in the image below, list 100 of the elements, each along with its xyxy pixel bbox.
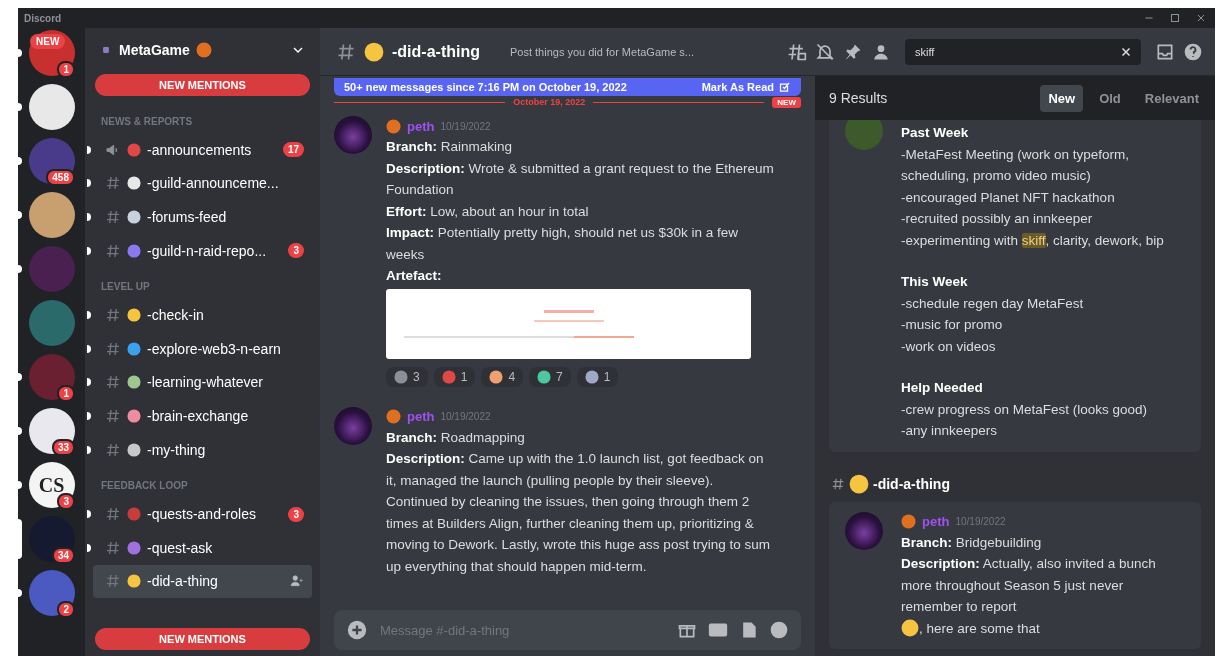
field-label: Artefact: bbox=[386, 267, 443, 285]
message-text: -music for promo bbox=[901, 316, 1004, 334]
role-icon bbox=[386, 118, 401, 134]
emoji-icon bbox=[364, 41, 384, 62]
section-heading: This Week bbox=[901, 273, 969, 291]
server-name[interactable]: MetaGame bbox=[119, 42, 190, 58]
message-text: Branch: Rainmaking bbox=[386, 138, 514, 156]
mention-count: 3 bbox=[57, 493, 75, 510]
hash-icon bbox=[105, 374, 121, 391]
maximize-icon[interactable] bbox=[1169, 12, 1181, 24]
server-icon[interactable] bbox=[28, 84, 75, 130]
server-icon[interactable] bbox=[28, 192, 75, 238]
emoji-icon bbox=[901, 619, 919, 638]
hash-icon bbox=[105, 506, 121, 523]
channel-name: -learning-whatever bbox=[147, 374, 264, 391]
search-result-card[interactable] bbox=[829, 120, 1201, 452]
message-text: -any innkeepers bbox=[901, 422, 999, 440]
reaction-button[interactable]: 7 bbox=[529, 366, 571, 387]
message-text: Effort: Low, about an hour in total bbox=[386, 202, 590, 221]
channel-name: -did-a-thing bbox=[147, 573, 219, 590]
channel-item[interactable]: -guild-n-raid-repo... 3 bbox=[93, 233, 312, 268]
section-heading: Help Needed bbox=[901, 379, 984, 397]
message-text: , here are some that bbox=[919, 619, 1040, 638]
sort-tab[interactable]: Old bbox=[1091, 84, 1129, 112]
mention-count: 34 bbox=[51, 547, 75, 564]
message-text: Description: Actually, also invited a bunch more throughout Season 5 just never remember to report bbox=[901, 555, 1157, 616]
result-count: 9 Results bbox=[829, 90, 889, 106]
message-text: -encouraged Planet NFT hackathon bbox=[901, 188, 1116, 207]
emoji-icon bbox=[195, 42, 212, 58]
new-messages-text: 50+ new messages since 7:16 PM on October 19, 2022 bbox=[344, 81, 627, 93]
window-title: Discord bbox=[24, 12, 62, 24]
add-icon[interactable] bbox=[346, 619, 368, 641]
server-icon[interactable] bbox=[28, 138, 75, 184]
new-mentions-button[interactable]: NEW MENTIONS bbox=[95, 628, 310, 650]
mention-count: 3 bbox=[288, 243, 304, 259]
timestamp: 10/19/2022 bbox=[955, 516, 1006, 527]
channel-name: -guild-announceme... bbox=[147, 175, 280, 192]
server-icon[interactable] bbox=[28, 408, 75, 454]
channel-topic[interactable]: Post things you did for MetaGame s... bbox=[509, 45, 779, 58]
new-tag: NEW bbox=[772, 96, 801, 108]
search-field[interactable]: skiff bbox=[913, 44, 1119, 59]
message-text: Branch: Bridgebuilding bbox=[901, 533, 1043, 552]
sort-tab[interactable]: New bbox=[1040, 84, 1084, 112]
new-messages-bar[interactable]: 50+ new messages since 7:16 PM on October 19, 2022 Mark As Read bbox=[334, 78, 801, 96]
new-mentions-button[interactable]: NEW MENTIONS bbox=[95, 74, 310, 96]
search-box[interactable]: skiff bbox=[905, 38, 1141, 65]
new-tag: NEW bbox=[30, 34, 66, 49]
channel-name: -check-in bbox=[147, 307, 205, 324]
channel-item[interactable]: -guild-announceme... bbox=[93, 166, 312, 201]
bell-slash-icon[interactable] bbox=[815, 41, 835, 62]
checkbox-icon bbox=[779, 81, 791, 93]
channel-item[interactable]: -my-thing bbox=[93, 432, 312, 467]
help-icon[interactable] bbox=[1183, 41, 1203, 62]
hash-icon bbox=[105, 175, 121, 192]
channel-item[interactable]: -did-a-thing bbox=[93, 564, 312, 599]
message-text: -crew progress on MetaFest (looks good) bbox=[901, 400, 1149, 419]
channel-name: -quests-and-roles bbox=[147, 506, 257, 523]
channel-item[interactable]: -learning-whatever bbox=[93, 365, 312, 400]
server-icon[interactable] bbox=[28, 516, 75, 562]
message-text: Branch: Roadmapping bbox=[386, 428, 526, 447]
message-text: Description: Came up with the 1.0 launch list, got feedback on it, managed the launch (pulling people by their sleeve). Continued by cleaning the issues, then going through them 2 times at Builders Align, further cleaning them up, prioritizing & moving to Dework. Lastly, wrote this huge ass post trying to sum up everything that should happen mid-term. bbox=[386, 450, 771, 576]
channel-item[interactable]: -explore-web3-n-earn bbox=[93, 331, 312, 366]
timestamp: 10/19/2022 bbox=[440, 411, 491, 422]
hash-icon bbox=[105, 307, 121, 324]
channel-item[interactable]: -quests-and-roles 3 bbox=[93, 497, 312, 531]
channel-name: -my-thing bbox=[147, 441, 207, 458]
emoji-icon bbox=[849, 473, 869, 494]
reaction-button[interactable]: 3 bbox=[386, 366, 428, 387]
channel-item[interactable]: -announcements 17 bbox=[93, 133, 312, 167]
mark-as-read-button[interactable]: Mark As Read bbox=[701, 81, 791, 93]
hash-icon bbox=[105, 539, 121, 556]
message-text: -MetaFest Meeting (work on typeform, scheduling, promo video music) bbox=[901, 145, 1131, 185]
mention-count: 3 bbox=[288, 506, 304, 522]
channel-item[interactable]: -check-in bbox=[93, 298, 312, 332]
mention-count: 2 bbox=[57, 601, 75, 618]
channel-name: -quest-ask bbox=[147, 539, 214, 556]
channel-name[interactable]: -did-a-thing bbox=[873, 475, 950, 492]
message-text: -experimenting with skiff, clarity, dework, bip bbox=[901, 231, 1165, 250]
reaction-button[interactable]: 4 bbox=[481, 366, 524, 387]
mention-count: 17 bbox=[282, 142, 304, 158]
reaction-button[interactable]: 1 bbox=[576, 366, 619, 387]
channel-name: -brain-exchange bbox=[147, 407, 250, 424]
channel-name: -guild-n-raid-repo... bbox=[147, 242, 268, 259]
channel-item[interactable]: -forums-feed bbox=[93, 200, 312, 234]
message-text: Description: Wrote & submitted a grant request to the Ethereum Foundation bbox=[386, 159, 775, 199]
hash-icon bbox=[105, 340, 121, 357]
close-icon[interactable] bbox=[1195, 12, 1207, 24]
channel-item[interactable]: -brain-exchange bbox=[93, 399, 312, 433]
channel-name: -forums-feed bbox=[147, 209, 228, 225]
reaction-button[interactable]: 1 bbox=[433, 366, 476, 387]
threads-icon[interactable] bbox=[787, 41, 807, 62]
channel-item[interactable]: -quest-ask bbox=[93, 530, 312, 565]
hash-icon bbox=[105, 573, 121, 590]
mention-count: 1 bbox=[57, 385, 75, 402]
sort-tab[interactable]: Relevant bbox=[1136, 84, 1207, 112]
hash-icon bbox=[336, 41, 356, 62]
message-text: Impact: Potentially pretty high, should net us $30k in a few weeks bbox=[386, 224, 739, 264]
date-divider: October 19, 2022 bbox=[513, 97, 586, 107]
section-heading: Past Week bbox=[901, 124, 970, 142]
add-member-icon[interactable] bbox=[290, 574, 304, 589]
